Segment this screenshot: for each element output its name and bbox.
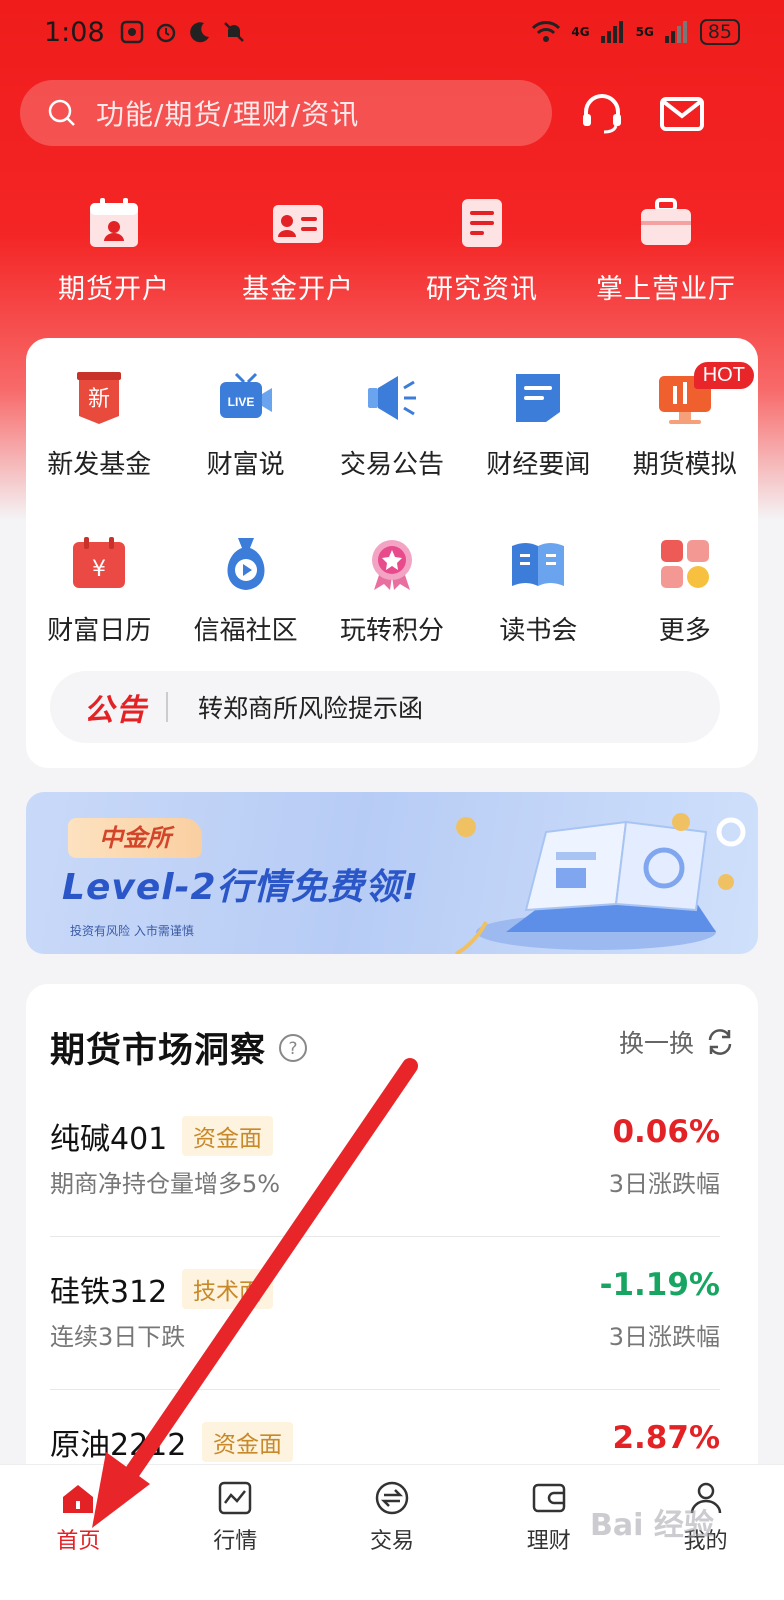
moon-icon — [189, 22, 209, 43]
network-5g-label: 5G — [635, 25, 654, 39]
points-medal-icon — [371, 540, 412, 590]
book-icon — [512, 543, 565, 586]
announcement-bar[interactable]: 公告 转郑商所风险提示函 — [50, 671, 720, 743]
factor-tag: 资金面 — [182, 1116, 273, 1156]
help-icon[interactable]: ? — [278, 1033, 308, 1063]
contract-name: 硅铁312 — [50, 1275, 168, 1310]
tab-market[interactable]: 行情 — [157, 1465, 314, 1600]
market-header: 期货市场洞察 ? — [50, 1022, 308, 1073]
network-4g-label: 4G — [571, 25, 590, 39]
contract-name: 纯碱401 — [50, 1122, 168, 1157]
mail-icon[interactable] — [658, 90, 706, 138]
menu-futures-simulation[interactable]: HOT 期货模拟 — [612, 362, 758, 534]
megaphone-icon — [367, 376, 416, 420]
refresh-icon — [708, 1029, 732, 1055]
quick-mobile-hall[interactable]: 掌上营业厅 — [574, 195, 758, 315]
insight-desc: 期商净持仓量增多5% — [50, 1170, 281, 1198]
price-change: 0.06% — [612, 1114, 720, 1150]
signal-icon — [600, 21, 623, 43]
market-row[interactable]: 纯碱401 资金面 期商净持仓量增多5% 0.06% 3日涨跌幅 — [50, 1084, 720, 1237]
menu-wealth-talk[interactable]: LIVE 财富说 — [172, 368, 318, 534]
new-fund-icon-text: 新 — [88, 387, 110, 412]
feature-grid: 新 新发基金 LIVE 财富说 交易公告 财经要闻 HOT 期货模拟 ¥ 财富日… — [26, 362, 758, 700]
wallet-icon — [532, 1483, 566, 1513]
search-icon — [48, 99, 75, 126]
live-tv-icon: LIVE — [219, 372, 272, 418]
announcement-text: 转郑商所风险提示函 — [198, 694, 424, 723]
svg-text:?: ? — [289, 1039, 298, 1059]
banner-risk-note: 投资有风险 入市需谨慎 — [70, 924, 194, 938]
new-fund-icon: 新 — [77, 372, 122, 424]
announcement-divider — [166, 692, 168, 722]
hot-badge: HOT — [693, 362, 754, 389]
menu-trade-notice[interactable]: 交易公告 — [319, 368, 465, 534]
status-bar: 1:08 4G 5G 85 — [0, 0, 784, 64]
menu-finance-news[interactable]: 财经要闻 — [465, 368, 611, 534]
alarm-icon — [156, 23, 175, 43]
exchange-icon — [375, 1481, 409, 1515]
price-change: 2.87% — [612, 1420, 720, 1456]
live-tv-icon-text: LIVE — [227, 395, 254, 409]
customer-service-icon[interactable] — [578, 90, 626, 138]
announcement-tag: 公告 — [84, 693, 148, 728]
search-row: 功能/期货/理财/资讯 — [20, 80, 764, 146]
market-row[interactable]: 硅铁312 技术面 连续3日下跌 -1.19% 3日涨跌幅 — [50, 1237, 720, 1390]
change-label: 3日涨跌幅 — [608, 1323, 720, 1351]
id-card-icon — [273, 205, 323, 243]
yuan-calendar-icon: ¥ — [73, 537, 126, 588]
battery-indicator: 85 — [699, 19, 740, 45]
change-label: 3日涨跌幅 — [608, 1170, 720, 1198]
mute-bell-icon — [223, 22, 244, 42]
feature-menu-card: 新 新发基金 LIVE 财富说 交易公告 财经要闻 HOT 期货模拟 ¥ 财富日… — [26, 338, 758, 768]
promo-banner[interactable]: 中金所 Level-2行情免费领! 投资有风险 入市需谨慎 — [26, 792, 758, 954]
contract-name: 原油2212 — [50, 1428, 187, 1463]
watermark-logo: Bai 经验 — [590, 1508, 714, 1543]
document-icon — [462, 199, 502, 247]
community-play-icon — [227, 538, 265, 590]
id-calendar-icon — [90, 198, 138, 247]
factor-tag: 技术面 — [182, 1269, 273, 1309]
quick-fund-account[interactable]: 基金开户 — [206, 195, 390, 315]
search-placeholder: 功能/期货/理财/资讯 — [96, 98, 360, 131]
tab-home[interactable]: 首页 — [0, 1465, 157, 1600]
market-title: 期货市场洞察 — [50, 1031, 267, 1071]
wifi-icon — [532, 21, 561, 42]
chart-icon — [218, 1481, 252, 1515]
insight-desc: 连续3日下跌 — [50, 1323, 186, 1351]
quick-futures-account[interactable]: 期货开户 — [22, 195, 206, 315]
quick-actions: 期货开户 基金开户 研究资讯 掌上营业厅 — [0, 195, 784, 315]
yuan-calendar-icon-text: ¥ — [92, 557, 106, 582]
signal-icon — [664, 21, 687, 43]
banner-tag: 中金所 — [68, 818, 202, 858]
refresh-button[interactable]: 换一换 — [619, 1024, 736, 1060]
status-time: 1:08 — [44, 16, 105, 48]
news-icon — [516, 374, 561, 422]
search-input[interactable]: 功能/期货/理财/资讯 — [20, 80, 552, 146]
more-grid-icon — [660, 540, 709, 588]
market-insight-card: 期货市场洞察 ? 换一换 纯碱401 资金面 期商净持仓量增多5% 0.06% … — [26, 984, 758, 1544]
quick-research[interactable]: 研究资讯 — [390, 195, 574, 315]
app-notification-icon — [120, 20, 143, 44]
banner-title: Level-2行情免费领! — [62, 867, 419, 908]
tab-trade[interactable]: 交易 — [314, 1465, 471, 1600]
briefcase-icon — [641, 198, 691, 245]
price-change: -1.19% — [599, 1267, 720, 1303]
factor-tag: 资金面 — [202, 1422, 293, 1462]
home-icon — [63, 1485, 94, 1513]
banner-book-illustration — [454, 813, 746, 954]
menu-new-fund[interactable]: 新 新发基金 — [26, 368, 172, 534]
